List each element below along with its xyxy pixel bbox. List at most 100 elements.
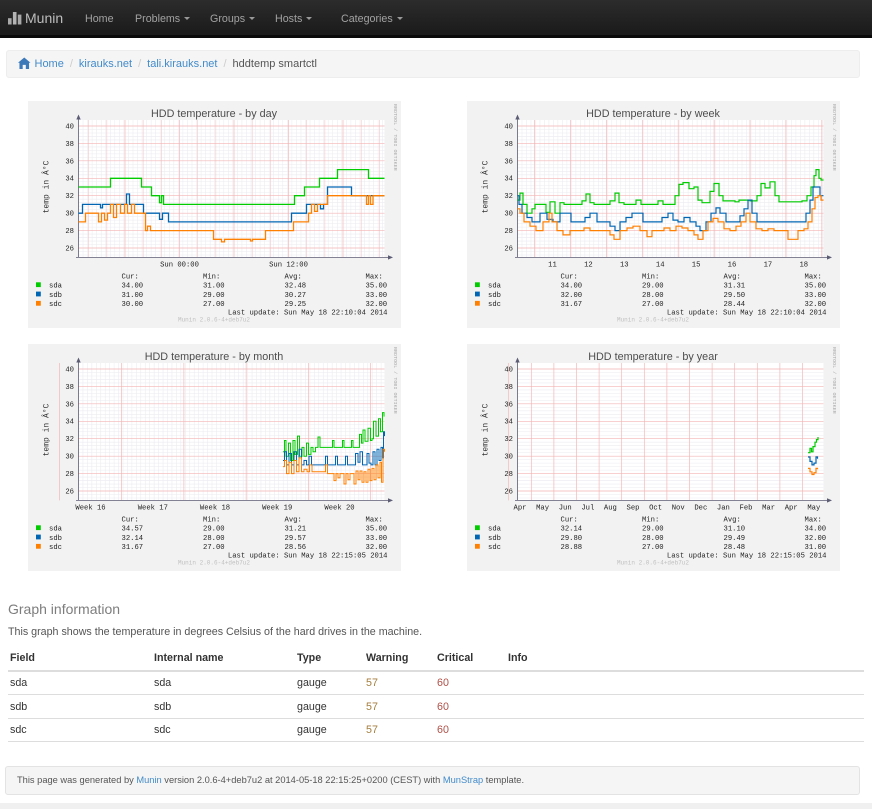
svg-text:31.31: 31.31 [724,283,746,291]
svg-text:sda: sda [488,526,502,534]
svg-text:Sun 00:00: Sun 00:00 [160,262,199,270]
svg-text:33.00: 33.00 [805,292,827,300]
svg-text:Last update: Sun May 18 22:10:: Last update: Sun May 18 22:10:04 2014 [227,310,387,318]
svg-text:34.00: 34.00 [121,283,143,291]
svg-text:Max:: Max: [365,274,382,282]
svg-text:30: 30 [504,454,513,462]
svg-text:Oct: Oct [649,505,662,513]
svg-text:HDD temperature - by month: HDD temperature - by month [145,351,284,363]
svg-text:sda: sda [488,283,502,291]
svg-text:Max:: Max: [366,517,383,525]
svg-text:30: 30 [65,211,74,219]
svg-text:36: 36 [504,401,513,409]
svg-text:35.00: 35.00 [365,283,387,291]
svg-text:31.00: 31.00 [805,544,827,552]
svg-text:26: 26 [504,488,513,496]
svg-text:28.00: 28.00 [642,535,664,543]
svg-text:32: 32 [504,193,513,201]
svg-text:28: 28 [65,471,74,479]
svg-text:26: 26 [65,488,74,496]
svg-text:30.27: 30.27 [284,292,306,300]
svg-text:Cur:: Cur: [561,517,578,525]
svg-text:Apr: Apr [514,505,527,513]
svg-text:Week 17: Week 17 [138,505,168,513]
svg-text:32.14: 32.14 [122,535,144,543]
svg-text:34: 34 [504,419,513,427]
svg-text:38: 38 [65,384,74,392]
svg-text:28: 28 [504,471,513,479]
svg-text:29.57: 29.57 [285,535,307,543]
svg-text:29.00: 29.00 [203,526,225,534]
svg-text:28.48: 28.48 [724,544,746,552]
svg-text:RRDTOOL / TOBI OETIKER: RRDTOOL / TOBI OETIKER [392,104,398,171]
svg-text:sdc: sdc [488,544,501,552]
svg-text:temp in Â°C: temp in Â°C [42,160,51,213]
svg-text:14: 14 [656,262,665,270]
svg-text:Min:: Min: [203,517,220,525]
svg-text:Max:: Max: [805,517,822,525]
svg-text:29.00: 29.00 [642,283,664,291]
svg-text:40: 40 [65,366,74,374]
svg-text:HDD temperature - by week: HDD temperature - by week [586,108,720,120]
svg-text:38: 38 [65,141,74,149]
svg-text:26: 26 [504,245,513,253]
svg-text:Feb: Feb [740,505,753,513]
svg-text:40: 40 [65,123,74,131]
svg-text:32.00: 32.00 [805,301,827,309]
svg-text:Apr: Apr [785,505,798,513]
svg-text:Avg:: Avg: [285,517,302,525]
svg-text:Avg:: Avg: [284,274,301,282]
svg-text:35.00: 35.00 [805,283,827,291]
svg-text:Munin 2.0.6-4+deb7u2: Munin 2.0.6-4+deb7u2 [617,317,689,324]
svg-text:Dec: Dec [694,505,707,513]
svg-text:32.00: 32.00 [365,301,387,309]
svg-text:13: 13 [620,262,629,270]
svg-text:HDD temperature - by day: HDD temperature - by day [150,108,277,120]
svg-text:38: 38 [504,384,513,392]
svg-text:temp in Â°C: temp in Â°C [482,160,491,213]
svg-text:28: 28 [504,228,513,236]
svg-text:36: 36 [65,401,74,409]
svg-text:temp in Â°C: temp in Â°C [43,403,52,456]
svg-text:Avg:: Avg: [724,274,741,282]
svg-text:RRDTOOL / TOBI OETIKER: RRDTOOL / TOBI OETIKER [831,104,837,171]
svg-text:15: 15 [692,262,701,270]
svg-text:31.10: 31.10 [724,526,746,534]
svg-text:30: 30 [65,454,74,462]
svg-text:30: 30 [504,211,513,219]
svg-text:28.00: 28.00 [203,535,225,543]
svg-text:27.00: 27.00 [203,301,225,309]
svg-text:29.80: 29.80 [561,535,583,543]
svg-text:35.00: 35.00 [366,526,388,534]
svg-text:RRDTOOL / TOBI OETIKER: RRDTOOL / TOBI OETIKER [831,347,837,414]
svg-text:16: 16 [728,262,737,270]
svg-text:Min:: Min: [642,274,659,282]
svg-text:Cur:: Cur: [561,274,578,282]
svg-text:32.00: 32.00 [366,544,388,552]
svg-text:Last update: Sun May 18 22:15:: Last update: Sun May 18 22:15:05 2014 [228,553,388,561]
svg-text:Week 18: Week 18 [200,505,230,513]
svg-text:18: 18 [799,262,808,270]
svg-text:sdb: sdb [49,292,62,300]
svg-text:34.57: 34.57 [122,526,144,534]
svg-text:32: 32 [504,436,513,444]
svg-text:32.48: 32.48 [284,283,306,291]
svg-text:31.00: 31.00 [203,283,225,291]
svg-text:Sep: Sep [627,505,640,513]
svg-text:40: 40 [504,366,513,374]
svg-text:34: 34 [504,176,513,184]
svg-text:34: 34 [65,419,74,427]
svg-text:29.00: 29.00 [203,292,225,300]
svg-text:sdb: sdb [488,292,501,300]
svg-text:31.00: 31.00 [121,292,143,300]
svg-text:17: 17 [764,262,773,270]
svg-text:May: May [807,505,821,513]
svg-text:Cur:: Cur: [121,274,138,282]
svg-text:Jul: Jul [581,505,594,513]
svg-text:28.00: 28.00 [642,292,664,300]
svg-text:temp in Â°C: temp in Â°C [482,403,491,456]
svg-text:29.00: 29.00 [642,526,664,534]
svg-text:sdc: sdc [49,301,62,309]
svg-text:33.00: 33.00 [365,292,387,300]
svg-text:33.00: 33.00 [366,535,388,543]
